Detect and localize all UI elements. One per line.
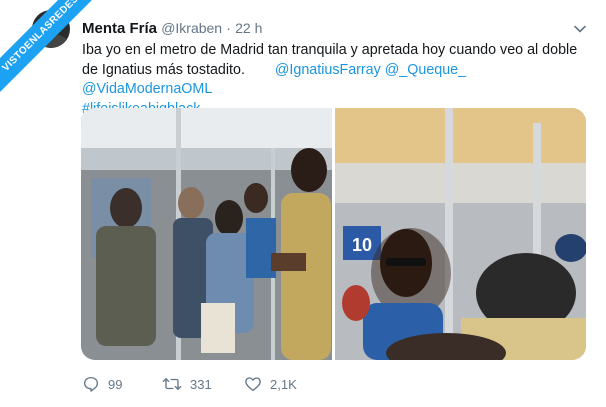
retweet-button[interactable]: 331: [162, 374, 212, 394]
reply-button[interactable]: 99: [82, 374, 122, 394]
photo-grid: 10: [81, 108, 586, 360]
tweet-actions: 99 331 2,1K: [82, 374, 382, 396]
separator-dot: ·: [226, 20, 231, 36]
mention-queque[interactable]: @_Queque_: [385, 62, 466, 78]
like-icon: [245, 377, 261, 392]
mention-ignatiusfarray[interactable]: @IgnatiusFarray: [275, 62, 381, 78]
retweet-count: 331: [190, 376, 212, 392]
metro-sign-number: 10: [352, 235, 372, 255]
reply-count: 99: [108, 376, 123, 392]
photo-grid-svg: 10: [81, 108, 586, 360]
photo-right[interactable]: 10: [335, 108, 586, 360]
mention-vidamodernaoml[interactable]: @VidaModernaOML: [82, 81, 212, 97]
reply-icon: [83, 376, 99, 392]
like-count: 2,1K: [270, 376, 297, 392]
tweet-header: Menta Fría @Ikraben · 22 h: [82, 20, 262, 37]
photo-left[interactable]: [81, 108, 332, 360]
timestamp[interactable]: 22 h: [235, 20, 262, 36]
author-handle[interactable]: @Ikraben: [161, 20, 222, 36]
retweet-icon: [162, 378, 182, 390]
caret-down-icon[interactable]: [573, 22, 587, 36]
like-button[interactable]: 2,1K: [244, 374, 297, 394]
author-name[interactable]: Menta Fría: [82, 20, 157, 37]
